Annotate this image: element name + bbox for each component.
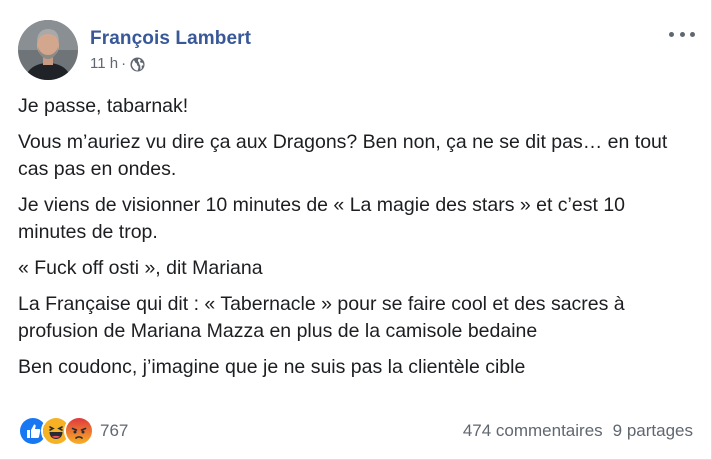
post-timestamp[interactable]: 11 h bbox=[90, 54, 118, 74]
post-body: Je passe, tabarnak! Vous m’auriez vu dir… bbox=[18, 93, 698, 390]
facebook-post-card: François Lambert 11 h · Je passe, tabarn… bbox=[0, 0, 712, 460]
reactions-summary[interactable]: 767 bbox=[18, 416, 128, 446]
separator-dot: · bbox=[121, 55, 127, 72]
shares-count-link[interactable]: 9 partages bbox=[613, 421, 693, 441]
post-subline: 11 h · bbox=[90, 54, 251, 74]
more-dot bbox=[690, 31, 695, 37]
post-paragraph: Vous m’auriez vu dire ça aux Dragons? Be… bbox=[18, 131, 668, 180]
avatar[interactable] bbox=[18, 20, 78, 80]
engagement-stats: 474 commentaires 9 partages bbox=[463, 421, 693, 441]
post-footer: 767 474 commentaires 9 partages bbox=[18, 416, 693, 446]
post-paragraph: « Fuck off osti », dit Mariana bbox=[18, 257, 263, 279]
more-dot bbox=[679, 31, 685, 37]
post-paragraph: Je viens de visionner 10 minutes de « La… bbox=[18, 194, 626, 243]
reaction-count: 767 bbox=[100, 421, 129, 440]
angry-reaction-icon bbox=[64, 416, 94, 446]
author-name[interactable]: François Lambert bbox=[90, 27, 251, 51]
more-dot bbox=[669, 31, 674, 37]
comments-count-link[interactable]: 474 commentaires bbox=[463, 421, 603, 441]
globe-icon[interactable] bbox=[130, 56, 145, 72]
more-options-icon[interactable] bbox=[669, 24, 695, 44]
post-paragraph: Je passe, tabarnak! bbox=[18, 95, 189, 117]
post-paragraph: Ben coudonc, j’imagine que je ne suis pa… bbox=[18, 356, 526, 378]
post-header: François Lambert 11 h · bbox=[18, 20, 251, 80]
post-meta: François Lambert 11 h · bbox=[90, 20, 251, 74]
post-paragraph: La Française qui dit : « Tabernacle » po… bbox=[18, 293, 625, 342]
